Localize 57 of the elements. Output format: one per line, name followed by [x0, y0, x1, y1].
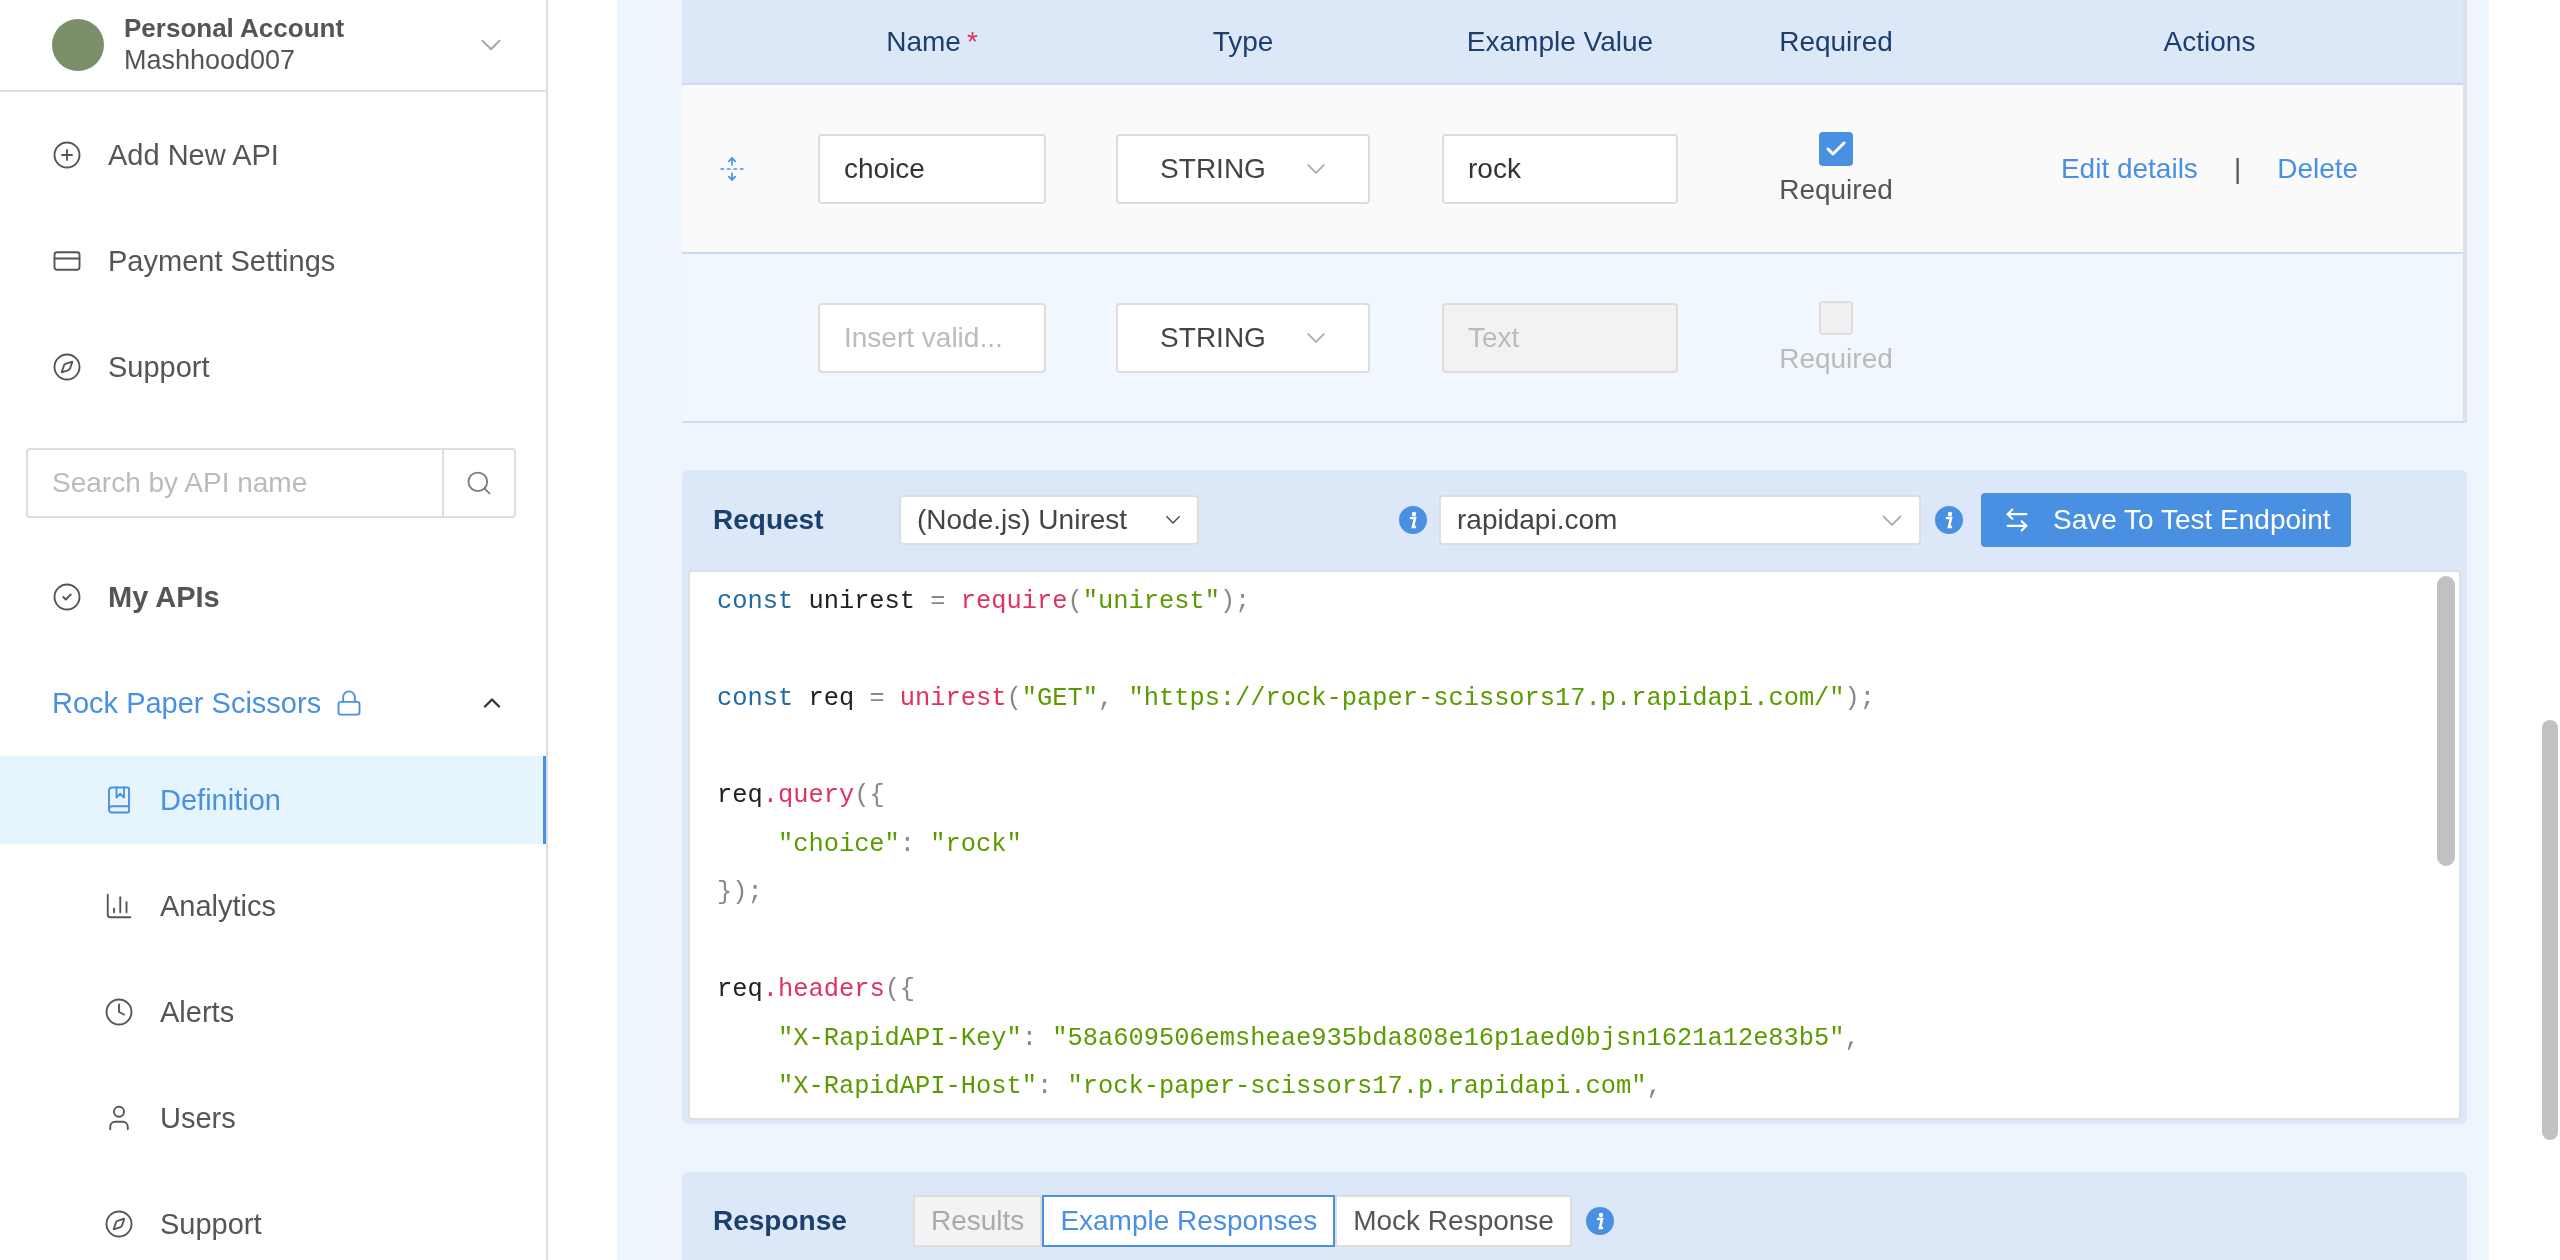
sidebar-item[interactable]: Add New API — [0, 102, 546, 208]
code-editor[interactable] — [688, 570, 2461, 1120]
request-title: Request — [713, 504, 825, 536]
sidebar-item[interactable]: My APIs — [0, 544, 546, 650]
host-select[interactable]: rapidapi.com — [1439, 495, 1921, 545]
info-icon[interactable] — [1585, 1207, 1614, 1235]
sidebar-subitem[interactable]: Support — [0, 1180, 546, 1260]
sidebar-item[interactable]: Support — [0, 314, 546, 420]
column-header: Name * — [782, 0, 1082, 85]
chevron-down-icon — [1165, 515, 1181, 525]
check-circle-icon — [52, 582, 82, 612]
info-icon[interactable] — [1399, 506, 1427, 534]
code-line: }); — [717, 877, 764, 909]
response-title: Response — [713, 1205, 848, 1237]
reorder-icon[interactable] — [719, 155, 745, 182]
code-line: req.query({ — [717, 780, 886, 812]
column-header: Actions — [1956, 0, 2463, 85]
sidebar-subitem[interactable]: Alerts — [0, 968, 546, 1056]
code-line: req.headers({ — [717, 974, 917, 1006]
plus-circle-icon — [52, 140, 82, 170]
account-title: Personal Account — [124, 13, 346, 45]
response-tab[interactable]: Mock Response — [1335, 1195, 1572, 1247]
search-field[interactable]: Search by API name — [28, 450, 442, 516]
name-field[interactable]: choice — [818, 133, 1046, 204]
avatar — [52, 19, 104, 71]
code-line: "X-RapidAPI-Host": "rock-paper-scissors17.p.rapidapi.com", — [776, 1071, 1663, 1103]
scrollbar[interactable] — [2437, 576, 2455, 866]
column-header: Type — [1082, 0, 1404, 85]
code-line: const req = unirest("GET", "https://rock-paper-scissors17.p.rapidapi.com/"); — [717, 683, 1877, 715]
account-username: Mashhood007 — [124, 44, 297, 77]
chevron-down-icon — [1305, 331, 1326, 344]
compass-icon — [52, 352, 82, 382]
code-line: const unirest = require("unirest"); — [717, 586, 1252, 618]
compass-icon — [104, 1209, 134, 1239]
separator: | — [2233, 152, 2242, 185]
sidebar-subitem[interactable]: Users — [0, 1074, 546, 1162]
bar-chart-icon — [104, 891, 134, 921]
api-name: Rock Paper Scissors — [52, 686, 322, 720]
search-icon — [465, 469, 493, 497]
scrollbar[interactable] — [2542, 720, 2558, 1140]
language-select[interactable]: (Node.js) Unirest — [899, 495, 1199, 545]
example-field[interactable]: rock — [1442, 133, 1678, 204]
clock-icon — [104, 997, 134, 1027]
type-select[interactable]: STRING — [1116, 133, 1370, 204]
sidebar-item[interactable]: Payment Settings — [0, 208, 546, 314]
search-box[interactable]: Search by API name — [26, 448, 516, 518]
info-icon[interactable] — [1935, 506, 1963, 534]
code-line: "X-RapidAPI-Key": "58a609506emsheae935bda808e16p1aed0bjsn1621a12e83b5", — [776, 1022, 1861, 1055]
chevron-down-icon — [1305, 162, 1326, 175]
required-label: Required — [1779, 342, 1893, 375]
chevron-down-icon — [1881, 513, 1903, 527]
required-label: Required — [1779, 173, 1893, 206]
column-header: Required — [1716, 0, 1956, 85]
required-checkbox[interactable] — [1819, 131, 1853, 166]
sidebar-subitem[interactable]: Analytics — [0, 862, 546, 950]
column-header: Example Value — [1404, 0, 1716, 85]
code-line: "choice": "rock" — [776, 828, 1023, 861]
